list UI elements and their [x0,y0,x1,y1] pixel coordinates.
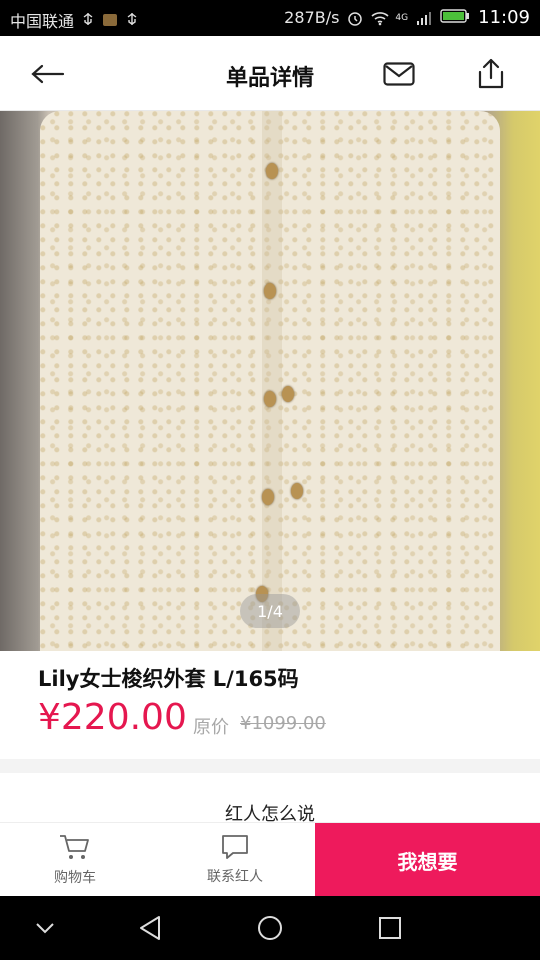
nav-recents-button[interactable] [370,910,410,946]
battery-icon [440,8,470,28]
product-info: Lily女士梭织外套 L/165码 ¥220.00 原价 ¥1099.00 [0,651,540,759]
carrier-label: 中国联通 [10,12,75,31]
nav-back-icon [140,916,160,940]
chat-bubble-icon [222,835,248,859]
chevron-down-icon [36,923,54,934]
status-bar: 中国联通 287B/s 4G 11:09 [0,0,540,36]
page-title: 单品详情 [225,66,314,91]
product-name: Lily女士梭织外套 L/165码 [38,667,299,691]
mail-icon [383,62,415,86]
section-divider [0,759,540,773]
share-icon [478,58,504,89]
cart-label: 购物车 [54,870,96,886]
image-pager-indicator: 1/4 [240,594,300,628]
system-nav-bar [0,896,540,960]
want-button[interactable]: 我想要 [315,823,540,897]
contact-label: 联系红人 [207,869,263,885]
product-image-carousel[interactable] [0,111,540,651]
wifi-icon [371,10,389,26]
clock: 11:09 [478,7,530,28]
nav-back-button[interactable] [130,910,170,946]
usb-icon [80,12,96,28]
app-header: 单品详情 [0,36,540,111]
original-price-label: 原价 [193,717,229,738]
original-price: ¥1099.00 [240,713,326,734]
contact-influencer-tab[interactable]: 联系红人 [190,823,280,897]
network-type: 4G [395,12,409,23]
cart-tab[interactable]: 购物车 [35,823,115,897]
signal-icon [416,10,432,26]
usb-debug-icon [124,12,140,28]
app-notification-icon [102,12,118,28]
nav-home-icon [258,916,282,940]
net-speed: 287B/s [284,8,340,27]
cart-icon [60,835,89,859]
alarm-icon [347,10,363,26]
nav-collapse-button[interactable] [25,910,65,946]
message-button[interactable] [379,54,419,94]
nav-recents-icon [379,917,401,939]
nav-home-button[interactable] [250,910,290,946]
product-price: ¥220.00 [38,697,187,738]
share-button[interactable] [471,54,511,94]
bottom-action-bar: 购物车 联系红人 我想要 [0,822,540,897]
